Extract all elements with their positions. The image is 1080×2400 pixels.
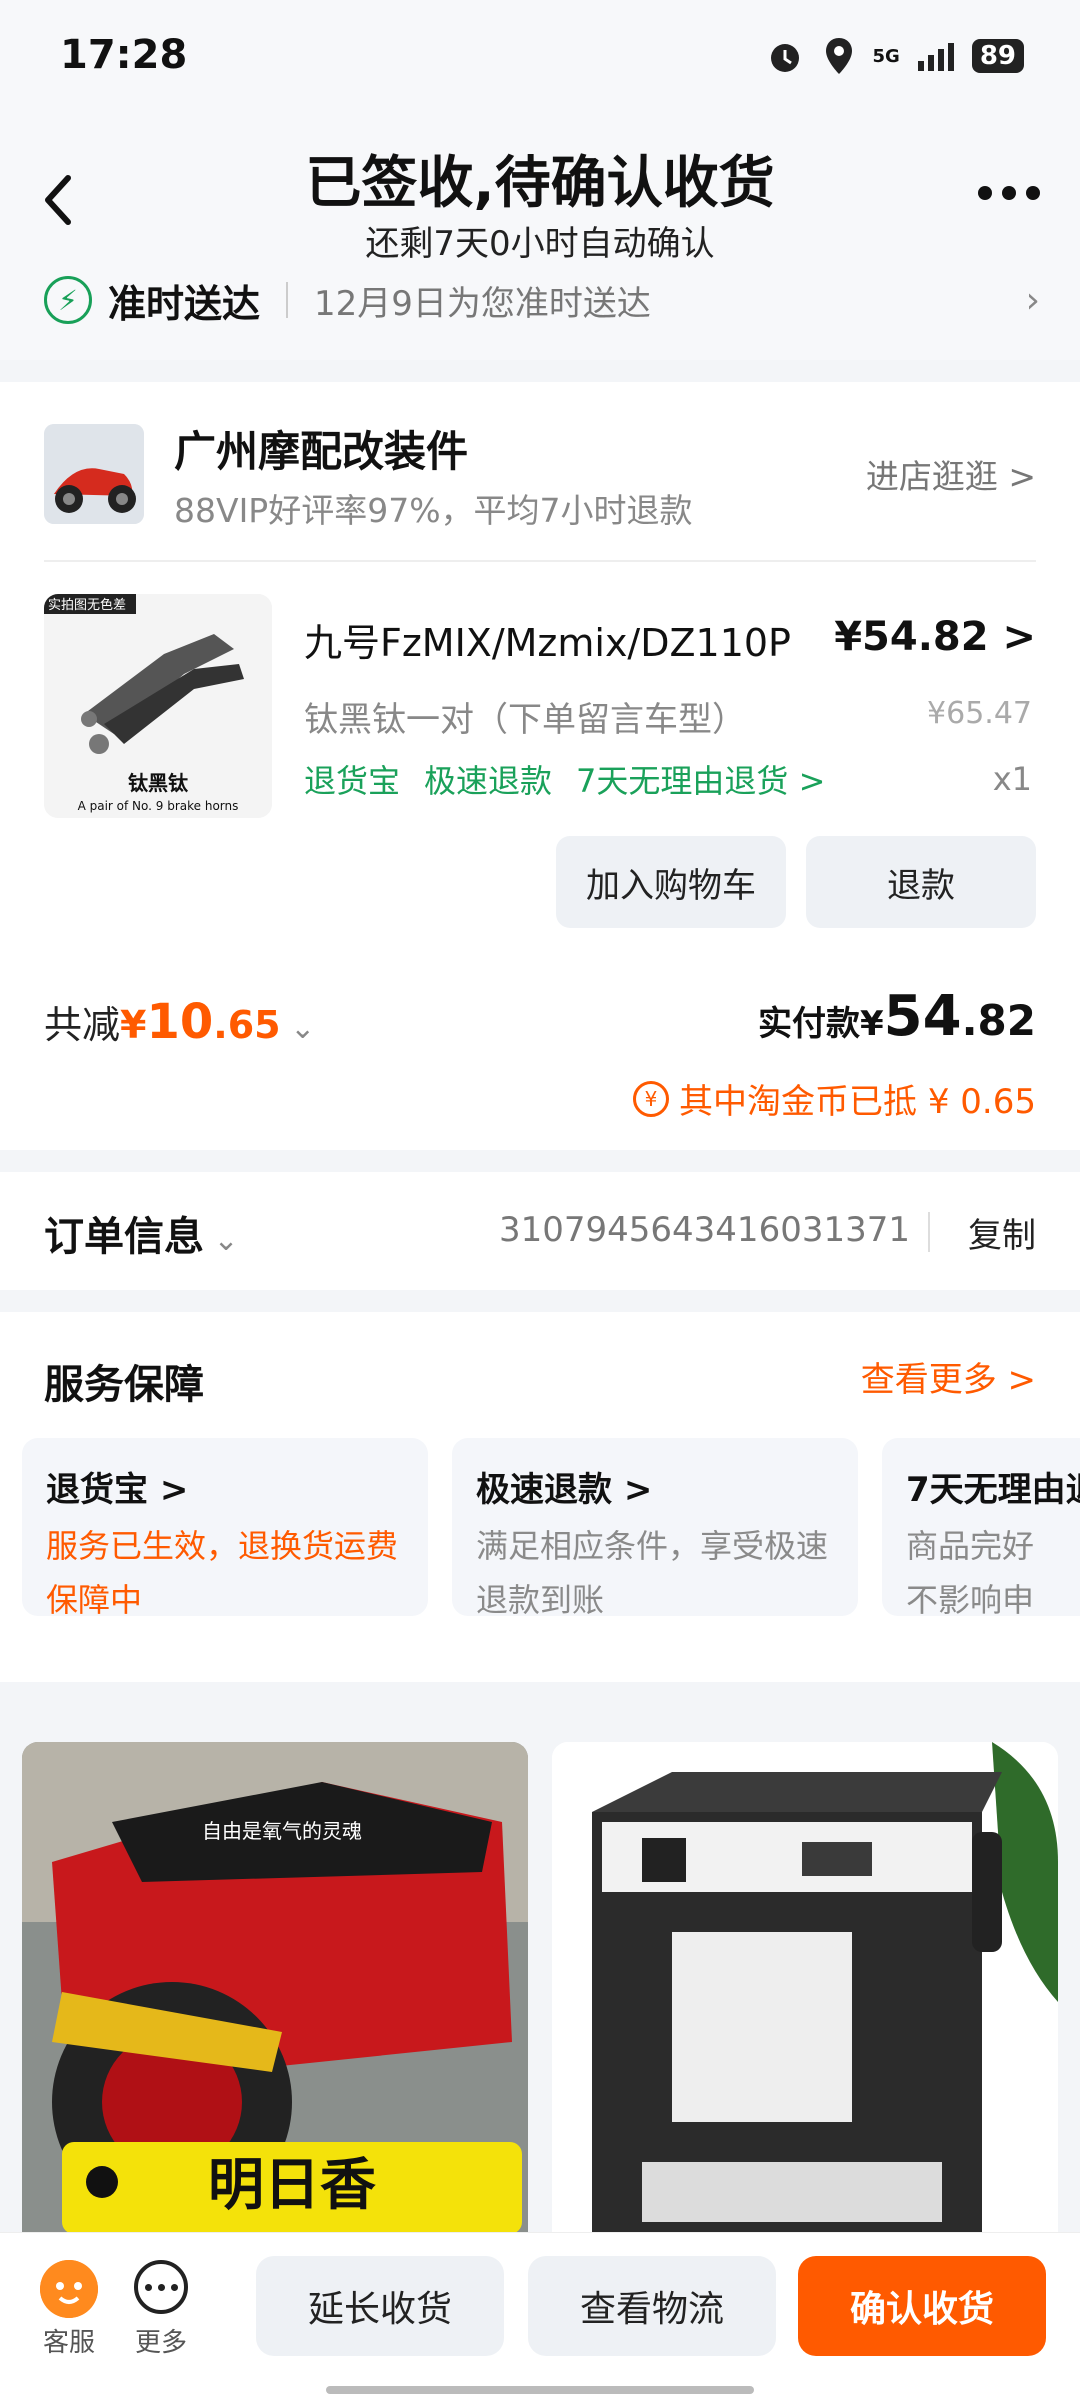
- recommended-item-battery[interactable]: [552, 1742, 1058, 2234]
- service-item-title: 退货宝 >: [46, 1470, 189, 1510]
- more-label[interactable]: 更多: [128, 2322, 194, 2359]
- service-item-desc: 服务已生效，退换货运费保障中: [46, 1527, 399, 1616]
- divider: [44, 560, 1036, 562]
- divider: [286, 282, 289, 318]
- shop-logo[interactable]: [44, 424, 144, 524]
- tag-fast-refund: 极速退款: [424, 762, 553, 800]
- chevron-down-icon: ⌄: [280, 1011, 316, 1046]
- shop-rating: 88VIP好评率97%，平均7小时退款: [174, 491, 693, 530]
- customer-service-label[interactable]: 客服: [40, 2322, 98, 2359]
- battery-icon: 89: [971, 39, 1024, 73]
- network-label: 5G: [872, 45, 900, 67]
- paid-amount: 实付款¥54.82: [757, 984, 1036, 1049]
- product-image-color-label: 钛黑钛: [128, 771, 189, 795]
- enter-shop-link[interactable]: 进店逛逛 >: [866, 450, 1036, 498]
- extend-receipt-button[interactable]: 延长收货: [256, 2256, 504, 2356]
- recommended-caption: 自由是氧气的灵魂: [202, 1819, 362, 1843]
- auto-confirm-countdown: 还剩7天0小时自动确认: [365, 224, 715, 264]
- customer-service-icon[interactable]: [40, 2260, 98, 2318]
- coin-text: 其中淘金币已抵 ¥ 0.65: [679, 1082, 1036, 1122]
- product-spec: 钛黑钛一对（下单留言车型）: [304, 700, 746, 740]
- view-logistics-button[interactable]: 查看物流: [528, 2256, 776, 2356]
- product-title[interactable]: 九号FzMIX/Mzmix/DZ110P: [304, 612, 791, 667]
- service-item-desc: 商品完好不影响申请退货: [906, 1527, 1035, 1616]
- delivery-row[interactable]: ⚡ 准时送达 12月9日为您准时送达 ›: [44, 268, 1040, 332]
- refund-button[interactable]: 退款: [806, 836, 1036, 928]
- chevron-right-icon: ›: [1025, 279, 1040, 321]
- service-item-title: 7天无理由退: [906, 1470, 1080, 1510]
- order-number: 3107945643416031371: [498, 1210, 910, 1250]
- copy-order-button[interactable]: 复制: [968, 1208, 1036, 1257]
- lightning-icon: ⚡: [44, 276, 92, 324]
- product-quantity: x1: [992, 760, 1032, 798]
- service-item-desc: 满足相应条件，享受极速退款到账: [476, 1527, 829, 1616]
- delivery-text: 12月9日为您准时送达: [314, 283, 651, 324]
- product-image-tag: 实拍图无色差: [48, 597, 126, 613]
- add-to-cart-button[interactable]: 加入购物车: [556, 836, 786, 928]
- tag-7day-return: 7天无理由退货 >: [576, 762, 826, 800]
- savings-label: 共减: [44, 1003, 121, 1047]
- savings-total[interactable]: 共减¥10.65 ⌄: [44, 994, 315, 1050]
- location-icon: [825, 38, 852, 74]
- product-image[interactable]: 实拍图无色差 钛黑钛 A pair of No. 9 brake horns: [44, 594, 272, 818]
- tag-return-insurance: 退货宝: [304, 762, 401, 800]
- original-price: ¥65.47: [927, 696, 1032, 731]
- shop-name[interactable]: 广州摩配改装件: [174, 418, 468, 479]
- service-item-title: 极速退款 >: [476, 1470, 653, 1510]
- service-tags[interactable]: 退货宝 极速退款 7天无理由退货 >: [304, 756, 825, 802]
- confirm-receipt-button[interactable]: 确认收货: [798, 2256, 1046, 2356]
- service-item-fast-refund[interactable]: 极速退款 > 满足相应条件，享受极速退款到账: [452, 1438, 858, 1616]
- divider: [928, 1212, 930, 1252]
- product-price[interactable]: ¥54.82 >: [834, 614, 1036, 660]
- chevron-down-icon: ⌄: [204, 1223, 239, 1258]
- signal-icon: [917, 43, 954, 71]
- service-title: 服务保障: [44, 1362, 204, 1408]
- service-item-7day-return[interactable]: 7天无理由退 商品完好不影响申请退货: [882, 1438, 1080, 1616]
- more-icon[interactable]: [134, 2260, 188, 2314]
- recommended-item-scooter[interactable]: 自由是氧气的灵魂 明日香: [22, 1742, 528, 2234]
- page-title: 已签收,待确认收货: [305, 151, 775, 216]
- coin-icon: ¥: [633, 1080, 670, 1117]
- service-item-return-insurance[interactable]: 退货宝 > 服务已生效，退换货运费保障中: [22, 1438, 428, 1616]
- alarm-icon: [770, 44, 799, 72]
- more-options-icon[interactable]: [978, 186, 1040, 200]
- product-image-caption: A pair of No. 9 brake horns: [78, 799, 239, 813]
- status-icons: 5G 89: [765, 36, 1024, 76]
- service-more-link[interactable]: 查看更多 >: [861, 1352, 1036, 1401]
- recommended-sign: 明日香: [208, 2153, 376, 2218]
- status-time: 17:28: [60, 32, 188, 78]
- home-indicator[interactable]: [326, 2386, 754, 2394]
- coin-deduction: ¥ 其中淘金币已抵 ¥ 0.65: [633, 1074, 1036, 1123]
- order-info-title[interactable]: 订单信息 ⌄: [44, 1204, 239, 1262]
- delivery-label: 准时送达: [108, 281, 261, 326]
